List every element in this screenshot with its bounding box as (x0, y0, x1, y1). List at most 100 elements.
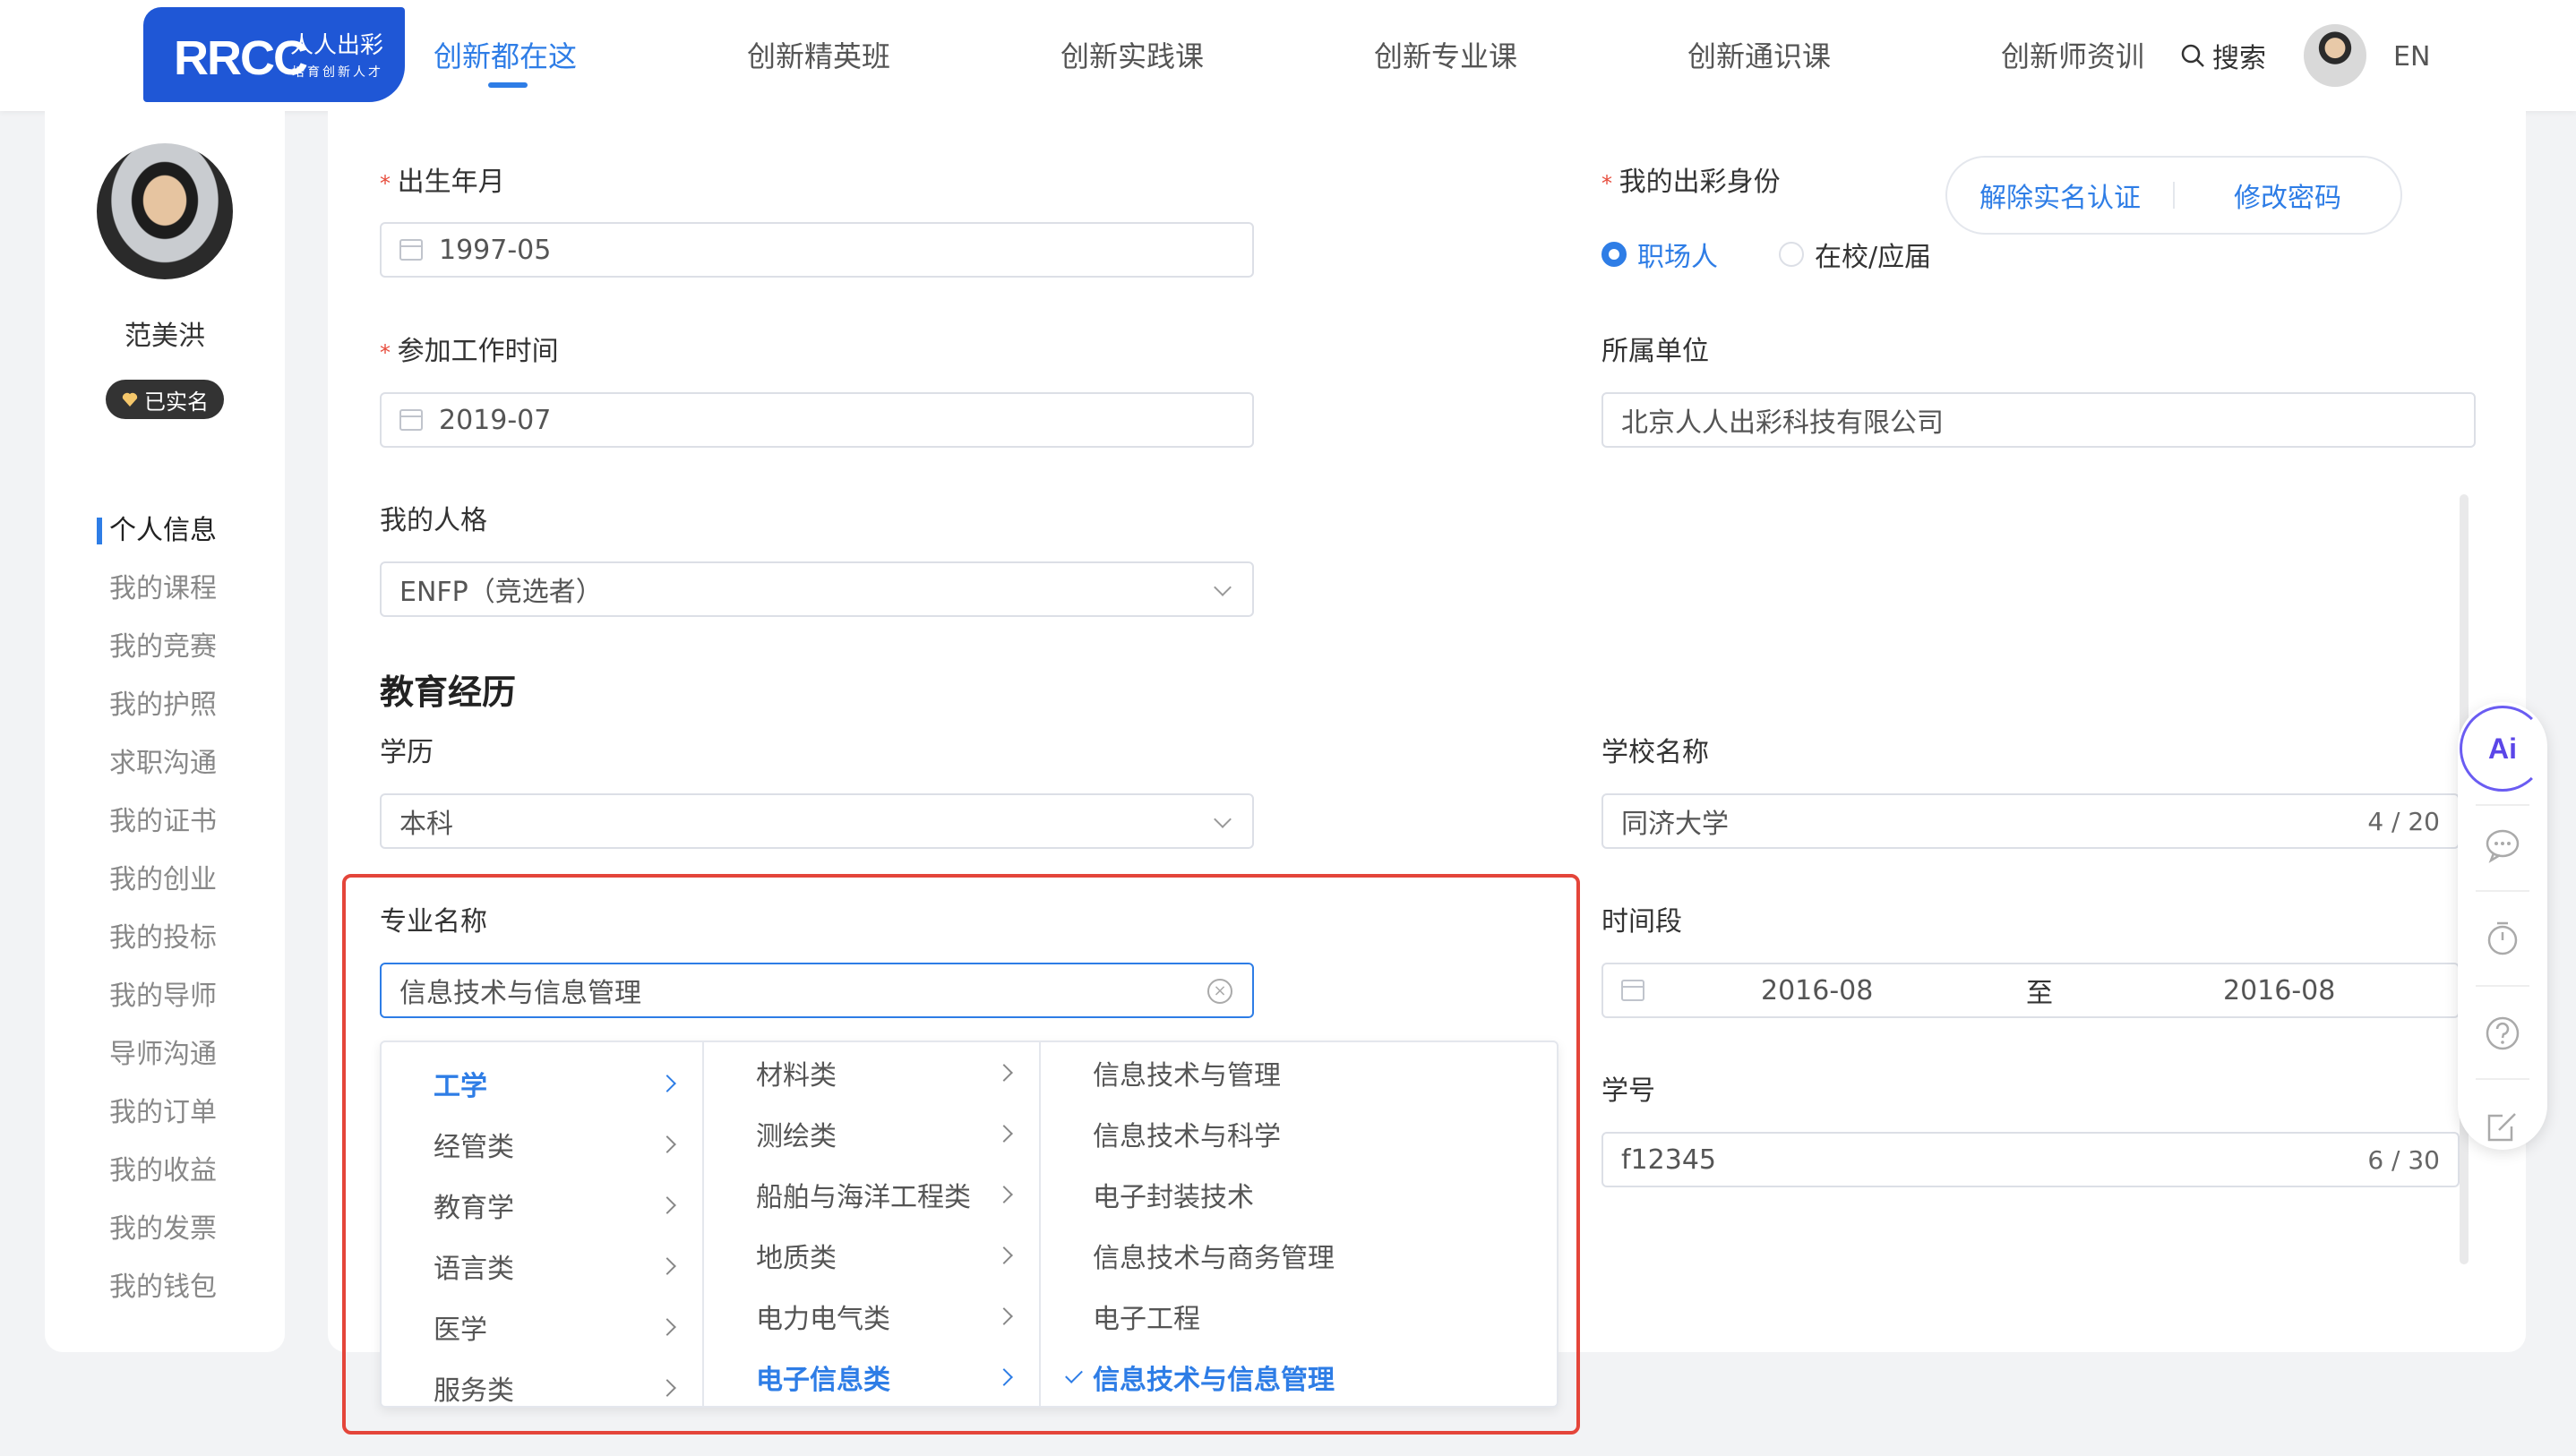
sidebar-item-personal-info[interactable]: 个人信息 (45, 501, 285, 560)
edit-icon[interactable] (2485, 1109, 2520, 1144)
cascader-option[interactable]: 教育学 (382, 1178, 702, 1232)
sidebar-item-my-earnings[interactable]: 我的收益 (45, 1142, 285, 1200)
cascader-option[interactable]: 语言类 (382, 1239, 702, 1293)
sidebar-item-mentor-communication[interactable]: 导师沟通 (45, 1025, 285, 1083)
chevron-right-icon (658, 1318, 676, 1336)
personality-select[interactable]: ENFP（竞选者） (380, 561, 1254, 617)
identity-radio-student[interactable]: 在校/应届 (1779, 235, 1931, 274)
chevron-right-icon (658, 1257, 676, 1275)
radio-unchecked-icon (1779, 242, 1804, 267)
verified-label: 已实名 (144, 389, 209, 415)
cascader-column-discipline: 工学 经管类 教育学 语言类 医学 服务类 (382, 1042, 704, 1407)
check-icon (1065, 1366, 1083, 1383)
cascader-option[interactable]: 信息技术与管理 (1043, 1046, 1557, 1100)
cascader-option[interactable]: 电子信息类 (706, 1350, 1039, 1404)
chevron-right-icon (658, 1379, 676, 1397)
search-button[interactable]: 搜索 (2180, 36, 2266, 75)
help-icon[interactable] (2485, 1015, 2520, 1051)
search-icon (2181, 44, 2204, 67)
cascader-option[interactable]: 信息技术与信息管理 (1043, 1350, 1557, 1404)
birth-label: 出生年月 (380, 159, 505, 199)
cascader-option[interactable]: 信息技术与商务管理 (1043, 1229, 1557, 1282)
cascader-option[interactable]: 地质类 (706, 1229, 1039, 1282)
school-char-counter: 4 / 20 (2367, 806, 2440, 836)
change-password-button[interactable]: 修改密码 (2175, 176, 2400, 215)
logo-main-text: RRCC (174, 31, 308, 85)
personality-label: 我的人格 (380, 505, 487, 536)
company-input[interactable]: 北京人人出彩科技有限公司 (1601, 392, 2476, 448)
chat-icon[interactable] (2485, 827, 2520, 863)
school-value: 同济大学 (1621, 809, 1729, 840)
cascader-column-category: 材料类 测绘类 船舶与海洋工程类 地质类 电力电气类 电子信息类 (706, 1042, 1041, 1406)
nav-item-professional-course[interactable]: 创新专业课 (1374, 34, 1517, 75)
cascader-option[interactable]: 服务类 (382, 1361, 702, 1415)
cascader-option[interactable]: 电子工程 (1043, 1289, 1557, 1343)
major-cascader-dropdown: 工学 经管类 教育学 语言类 医学 服务类 材料类 测绘类 船舶与海洋工程类 地… (380, 1041, 1558, 1408)
cascader-option[interactable]: 信息技术与科学 (1043, 1107, 1557, 1161)
period-range-picker[interactable]: 2016-08 至 2016-08 (1601, 963, 2460, 1018)
birth-date-picker[interactable]: 1997-05 (380, 222, 1254, 278)
calendar-icon (399, 409, 423, 431)
sidebar-item-my-passport[interactable]: 我的护照 (45, 676, 285, 734)
degree-select[interactable]: 本科 (380, 793, 1254, 849)
sidebar-item-my-wallet[interactable]: 我的钱包 (45, 1258, 285, 1316)
verified-badge: 已实名 (106, 380, 224, 419)
toolbar-divider (2476, 890, 2529, 892)
sidebar-item-my-mentors[interactable]: 我的导师 (45, 967, 285, 1025)
brand-logo[interactable]: RRCC 人人出彩 培育创新人才 (143, 7, 405, 102)
language-switch[interactable]: EN (2393, 41, 2430, 73)
unbind-verification-button[interactable]: 解除实名认证 (1947, 176, 2173, 215)
cascader-option[interactable]: 电子封装技术 (1043, 1168, 1557, 1221)
nav-item-elite-class[interactable]: 创新精英班 (747, 34, 890, 75)
sidebar-item-my-bids[interactable]: 我的投标 (45, 909, 285, 967)
identity-option-professional: 职场人 (1637, 242, 1718, 273)
cascader-option[interactable]: 医学 (382, 1300, 702, 1354)
sidebar-item-my-certificates[interactable]: 我的证书 (45, 792, 285, 851)
logo-cn-text: 人人出彩 (290, 32, 384, 59)
nav-item-teacher-training[interactable]: 创新师资训 (2001, 34, 2144, 75)
logo-sub-text: 培育创新人才 (292, 65, 383, 80)
identity-option-student: 在校/应届 (1815, 242, 1932, 273)
student-id-value: f12345 (1621, 1143, 1716, 1176)
nav-item-general-course[interactable]: 创新通识课 (1687, 34, 1831, 75)
sidebar-item-my-competitions[interactable]: 我的竞赛 (45, 618, 285, 676)
sidebar-item-my-startup[interactable]: 我的创业 (45, 851, 285, 909)
chevron-right-icon (658, 1196, 676, 1214)
cascader-option[interactable]: 经管类 (382, 1118, 702, 1171)
cascader-option[interactable]: 材料类 (706, 1046, 1039, 1100)
sidebar-item-my-orders[interactable]: 我的订单 (45, 1083, 285, 1142)
user-avatar[interactable] (97, 143, 233, 279)
user-name: 范美洪 (125, 321, 205, 352)
student-id-label: 学号 (1601, 1075, 1655, 1107)
toolbar-divider (2476, 985, 2529, 987)
company-value: 北京人人出彩科技有限公司 (1621, 407, 1944, 439)
nav-active-indicator (488, 82, 528, 88)
timer-icon[interactable] (2485, 921, 2520, 956)
sidebar-item-my-courses[interactable]: 我的课程 (45, 560, 285, 618)
identity-radio-professional[interactable]: 职场人 (1601, 235, 1718, 274)
cascader-option[interactable]: 电力电气类 (706, 1289, 1039, 1343)
cascader-column-major: 信息技术与管理 信息技术与科学 电子封装技术 信息技术与商务管理 电子工程 信息… (1043, 1042, 1557, 1406)
degree-value: 本科 (399, 809, 453, 840)
chevron-right-icon (995, 1246, 1013, 1264)
calendar-icon (1621, 980, 1644, 1001)
nav-item-practice-course[interactable]: 创新实践课 (1060, 34, 1204, 75)
toolbar-divider (2476, 1078, 2529, 1080)
work-start-date-picker[interactable]: 2019-07 (380, 392, 1254, 448)
radio-checked-icon (1601, 242, 1627, 267)
cascader-option[interactable]: 测绘类 (706, 1107, 1039, 1161)
cascader-option[interactable]: 船舶与海洋工程类 (706, 1168, 1039, 1221)
school-input[interactable]: 同济大学 4 / 20 (1601, 793, 2460, 849)
sidebar-item-my-invoices[interactable]: 我的发票 (45, 1200, 285, 1258)
cascader-option[interactable]: 工学 (382, 1057, 702, 1110)
nav-item-innovation-home[interactable]: 创新都在这 (434, 34, 577, 75)
profile-sidebar: 范美洪 已实名 个人信息 我的课程 我的竞赛 我的护照 求职沟通 我的证书 我的… (45, 111, 285, 1352)
company-label: 所属单位 (1601, 336, 1709, 367)
account-actions: 解除实名认证 修改密码 (1945, 156, 2402, 235)
period-end: 2016-08 (2223, 974, 2336, 1006)
student-id-input[interactable]: f12345 6 / 30 (1601, 1132, 2460, 1187)
sidebar-item-job-communication[interactable]: 求职沟通 (45, 734, 285, 792)
work-start-value: 2019-07 (439, 404, 552, 436)
user-avatar-small[interactable] (2304, 24, 2366, 87)
ai-assistant-button[interactable]: Ai (2460, 706, 2546, 792)
